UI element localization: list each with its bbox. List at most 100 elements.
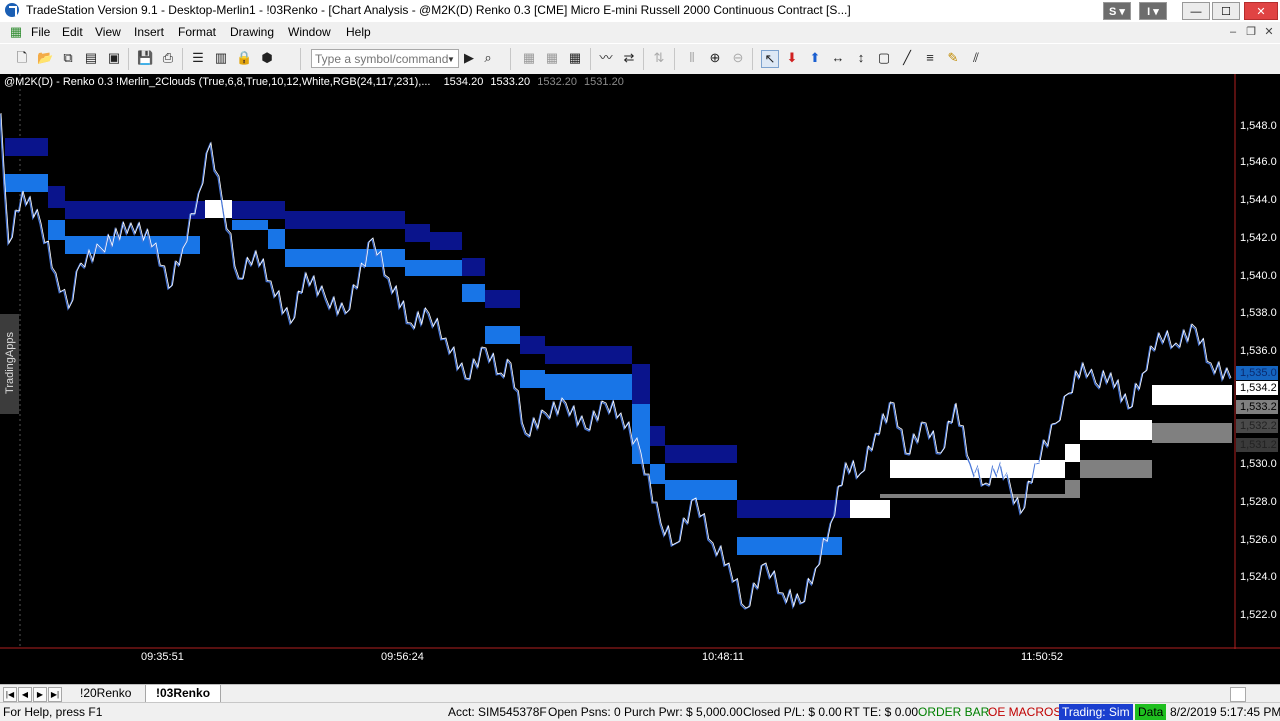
window-list-icon[interactable]: ☰ xyxy=(190,50,206,66)
x-tick: 10:48:11 xyxy=(702,651,745,663)
insert-strategy-icon[interactable]: ⇄ xyxy=(621,50,637,66)
last-tab-icon[interactable]: ▶| xyxy=(48,687,62,702)
lock-icon[interactable]: 🔒 xyxy=(236,50,252,66)
parallel-lines-icon[interactable]: ⫽ xyxy=(968,50,984,66)
menu-file[interactable]: File xyxy=(31,25,50,39)
new-icon[interactable]: 🗋 xyxy=(14,50,30,66)
zoom-out-icon[interactable]: ⊖ xyxy=(730,50,746,66)
highlighter-icon[interactable]: ✎ xyxy=(945,50,961,66)
title-bar: TradeStation Version 9.1 - Desktop-Merli… xyxy=(0,0,1280,23)
cloud-light-segment xyxy=(48,220,65,240)
rectangle-icon[interactable]: ▢ xyxy=(876,50,892,66)
save-icon[interactable]: 💾 xyxy=(137,50,153,66)
trading-mode-badge[interactable]: Trading: Sim xyxy=(1059,704,1133,720)
tradingapps-side-tab[interactable]: TradingApps xyxy=(0,314,19,414)
vertical-line-icon[interactable]: ↕ xyxy=(853,50,869,66)
data-status-badge: Data xyxy=(1135,704,1167,720)
chevron-down-icon[interactable]: ▼ xyxy=(447,55,455,64)
insert-indicator-icon[interactable]: 〰 xyxy=(598,50,614,66)
cloud-gray-segment xyxy=(1065,480,1080,498)
x-tick: 11:50:52 xyxy=(1021,651,1064,663)
new-workspace-icon[interactable]: ▤ xyxy=(83,50,99,66)
y-tick: 1,526.0 xyxy=(1240,534,1277,546)
horizontal-line-icon[interactable]: ↔ xyxy=(830,50,846,66)
price-tag-dark1: 1,532.2 xyxy=(1236,419,1278,433)
symbol-lookup-icon[interactable]: ⌕ xyxy=(480,50,496,66)
cloud-dark-segment xyxy=(5,138,48,156)
cloud-light-segment xyxy=(485,326,520,344)
status-bar: For Help, press F1 Acct: SIM545378F Open… xyxy=(0,702,1280,721)
window-title: TradeStation Version 9.1 - Desktop-Merli… xyxy=(26,3,851,17)
link-icon[interactable]: ⬢ xyxy=(259,50,275,66)
cloud-light-segment xyxy=(285,249,405,267)
bar-spacing-icon[interactable]: ⫴ xyxy=(684,50,700,66)
y-tick: 1,530.0 xyxy=(1240,458,1277,470)
renko-chart-canvas[interactable] xyxy=(0,74,1280,684)
tile-icon[interactable]: ▥ xyxy=(213,50,229,66)
cloud-dark-segment xyxy=(65,201,205,219)
open-workspace-icon[interactable]: ▣ xyxy=(106,50,122,66)
menu-window[interactable]: Window xyxy=(288,25,331,39)
open-icon[interactable]: 📂 xyxy=(37,50,53,66)
fibonacci-icon[interactable]: ≡ xyxy=(922,50,938,66)
cloud-dark-segment xyxy=(48,186,65,208)
help-hint: For Help, press F1 xyxy=(3,705,103,719)
mdi-minimize-icon[interactable]: – xyxy=(1226,25,1240,39)
menu-view[interactable]: View xyxy=(95,25,121,39)
s-account-button[interactable]: S ▾ xyxy=(1103,2,1131,20)
data-window-icon[interactable]: ▦ xyxy=(567,50,583,66)
menu-help[interactable]: Help xyxy=(346,25,371,39)
maximize-icon[interactable]: ☐ xyxy=(1212,2,1240,20)
y-tick: 1,528.0 xyxy=(1240,496,1277,508)
prev-tab-icon[interactable]: ◀ xyxy=(18,687,32,702)
cloud-dark-segment xyxy=(520,336,545,354)
replay-icon[interactable]: ⇅ xyxy=(651,50,667,66)
cloud-dark-segment xyxy=(665,445,737,463)
save-all-icon[interactable]: ⧉ xyxy=(60,50,76,66)
cloud-white-segment xyxy=(205,200,232,218)
cloud-gray-segment xyxy=(1152,423,1232,443)
cloud-dark-segment xyxy=(650,426,665,446)
cloud-dark-segment xyxy=(285,211,405,229)
tab-20renko[interactable]: !20Renko xyxy=(70,685,141,702)
order-bar-button[interactable]: ORDER BAR xyxy=(918,705,989,719)
tab-03renko[interactable]: !03Renko xyxy=(145,685,222,703)
minimize-icon[interactable]: — xyxy=(1182,2,1210,20)
menu-edit[interactable]: Edit xyxy=(62,25,83,39)
y-tick: 1,522.0 xyxy=(1240,609,1277,621)
mdi-close-icon[interactable]: ✕ xyxy=(1262,25,1276,39)
chart-area[interactable]: @M2K(D) - Renko 0.3 !Merlin_2Clouds (Tru… xyxy=(0,74,1280,684)
next-tab-icon[interactable]: ▶ xyxy=(33,687,47,702)
cloud-light-segment xyxy=(520,370,545,388)
zoom-in-icon[interactable]: ⊕ xyxy=(707,50,723,66)
buy-arrow-icon[interactable]: ⬆ xyxy=(807,50,823,66)
cloud-dark-segment xyxy=(462,258,485,276)
purchasing-power: Purch Pwr: $ 5,000.00 xyxy=(624,705,743,719)
y-tick: 1,524.0 xyxy=(1240,571,1277,583)
menu-insert[interactable]: Insert xyxy=(134,25,164,39)
format-indicator-icon[interactable]: ▦ xyxy=(544,50,560,66)
oe-macros-button[interactable]: OE MACROS xyxy=(988,705,1061,719)
menu-drawing[interactable]: Drawing xyxy=(230,25,274,39)
i-account-button[interactable]: I ▾ xyxy=(1139,2,1167,20)
y-tick: 1,536.0 xyxy=(1240,345,1277,357)
format-symbol-icon[interactable]: ▦ xyxy=(521,50,537,66)
cloud-white-segment xyxy=(1065,444,1080,462)
first-tab-icon[interactable]: |◀ xyxy=(3,687,17,702)
closed-pl: Closed P/L: $ 0.00 xyxy=(743,705,842,719)
cloud-dark-segment xyxy=(430,232,462,250)
sell-arrow-icon[interactable]: ⬇ xyxy=(784,50,800,66)
go-arrow-icon[interactable]: ▶ xyxy=(461,50,477,66)
symbol-command-input[interactable] xyxy=(311,49,459,68)
trendline-icon[interactable]: ╱ xyxy=(899,50,915,66)
open-positions: Open Psns: 0 xyxy=(548,705,621,719)
pointer-icon[interactable]: ↖ xyxy=(761,50,779,68)
cloud-dark-segment xyxy=(737,500,850,518)
scroll-box[interactable] xyxy=(1230,687,1246,702)
close-icon[interactable]: ✕ xyxy=(1244,2,1278,20)
account-id: Acct: SIM545378F xyxy=(448,705,547,719)
menu-format[interactable]: Format xyxy=(178,25,216,39)
mdi-restore-icon[interactable]: ❐ xyxy=(1244,25,1258,39)
cloud-gray-segment xyxy=(880,494,1065,498)
print-icon[interactable]: ⎙ xyxy=(160,50,176,66)
